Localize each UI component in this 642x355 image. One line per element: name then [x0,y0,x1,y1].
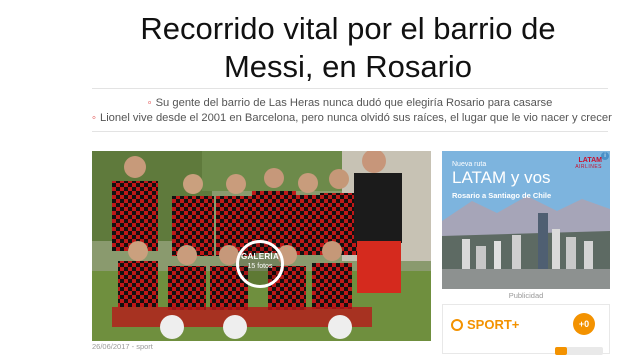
summary-item: ◦ Su gente del barrio de Las Heras nunca … [147,97,553,109]
ad-label: Publicidad [508,291,544,300]
bullet-icon: ◦ [92,112,96,124]
article-byline: 26/06/2017 - sport [92,342,153,351]
summary-item: ◦ Lionel vive desde el 2001 en Barcelona,… [92,112,612,124]
article-summary: ◦ Su gente del barrio de Las Heras nunca … [92,96,612,126]
sport-plus-badge[interactable]: +0 [573,313,595,335]
divider-top [92,88,608,89]
gallery-button[interactable]: GALERÍA 15 fotos [236,240,284,288]
gallery-count: 15 fotos [247,263,273,270]
gallery-label: GALERÍA [240,252,280,261]
divider-bottom [92,131,608,132]
ad-banner[interactable]: i LATAM AIRLINES Nueva ruta LATAM y vos … [442,151,610,289]
ad-small-text: Nueva ruta [452,161,487,168]
sport-plus-logo: SPORT+ [451,317,519,332]
bullet-icon: ◦ [147,97,152,109]
headline-line-1: Recorrido vital por el barrio de [140,11,556,46]
ad-subtitle: Rosario a Santiago de Chile [452,191,552,200]
team-photo[interactable]: GALERÍA 15 fotos [92,151,431,341]
ad-info-icon[interactable]: i [601,152,609,160]
article-headline: Recorrido vital por el barrio de Messi, … [110,10,586,86]
sport-plus-widget[interactable]: SPORT+ +0 [442,304,610,355]
sport-plus-icon [451,318,463,331]
headline-line-2: Messi, en Rosario [223,49,473,84]
ad-title: LATAM y vos [452,168,551,187]
latam-logo: LATAM AIRLINES [575,157,602,170]
